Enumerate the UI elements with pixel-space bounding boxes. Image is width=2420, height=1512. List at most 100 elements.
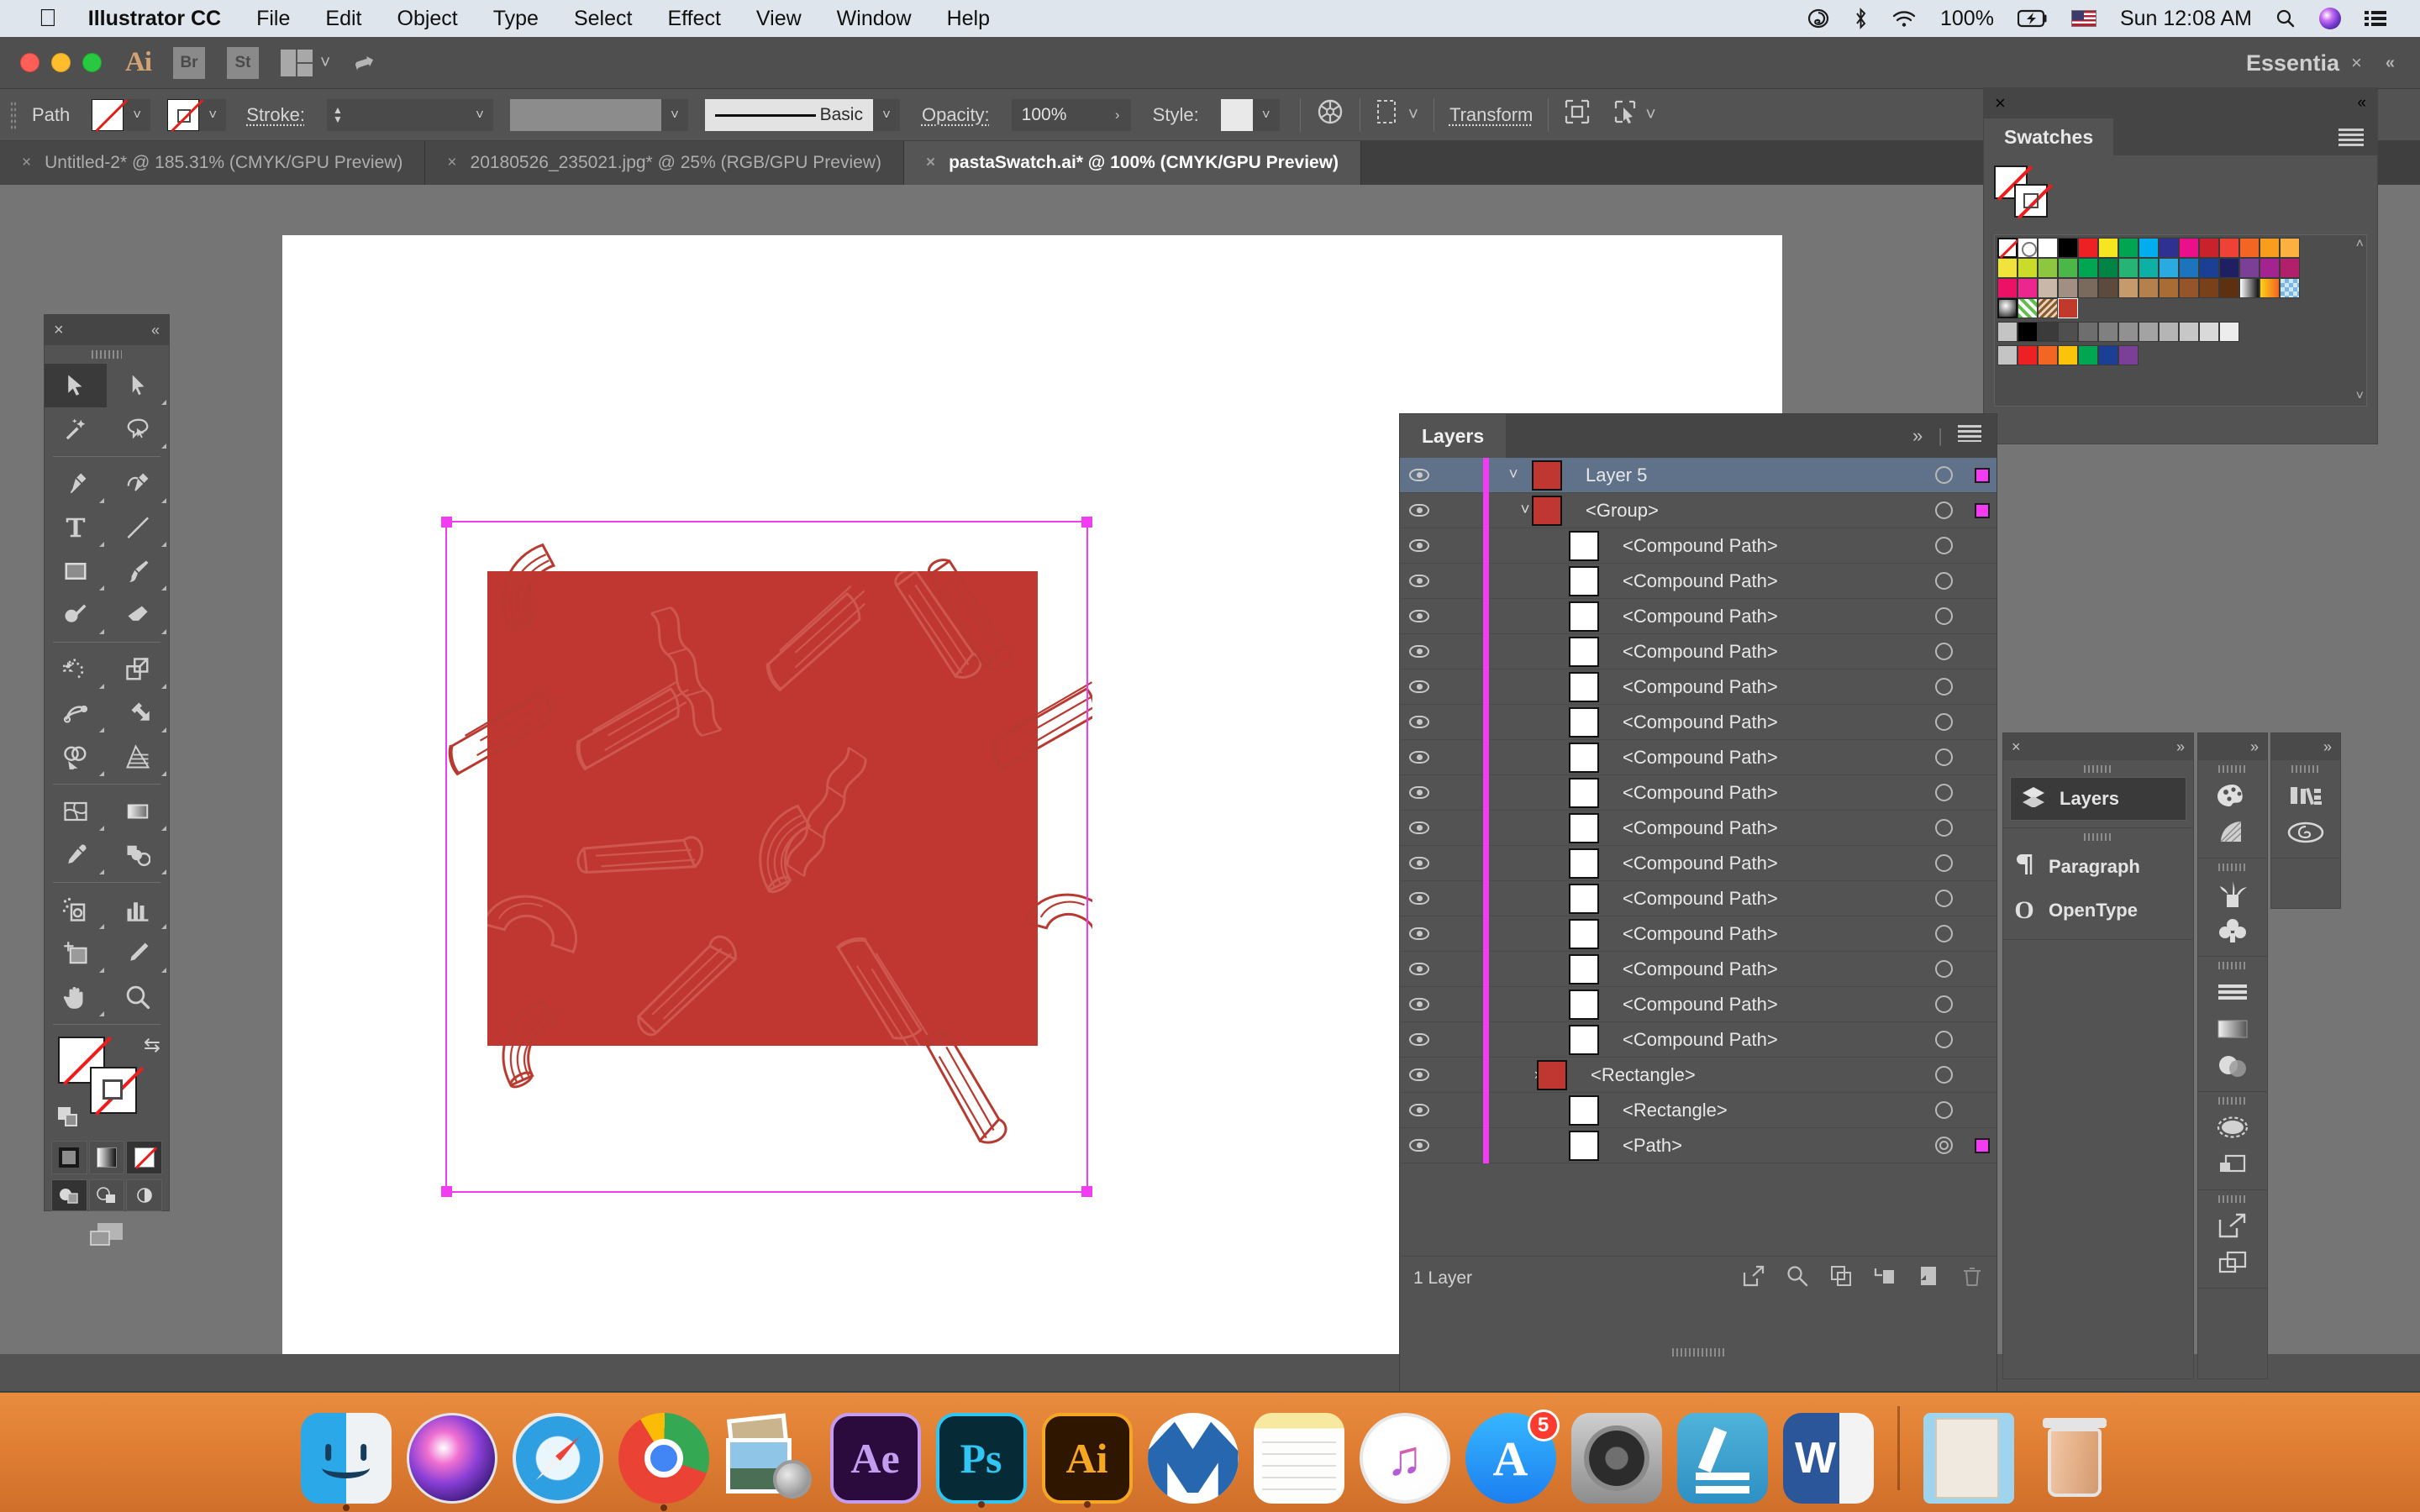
target-indicator[interactable] (1919, 995, 1968, 1013)
rocket-icon[interactable]: ➦ (350, 45, 379, 80)
pen-tool[interactable] (45, 462, 107, 506)
target-indicator[interactable] (1919, 1031, 1968, 1048)
dock-group-grip[interactable] (2198, 1092, 2267, 1109)
stroke-none-swatch[interactable] (2014, 184, 2048, 218)
visibility-toggle[interactable] (1400, 716, 1439, 728)
target-indicator[interactable] (1919, 819, 1968, 837)
shaper-tool[interactable] (45, 593, 107, 637)
gradient-mode-button[interactable] (88, 1141, 125, 1174)
menu-help[interactable]: Help (929, 0, 1007, 37)
swatch[interactable] (2118, 238, 2139, 258)
selection-handle[interactable] (1081, 1186, 1092, 1197)
swatch[interactable] (2038, 258, 2058, 278)
swatch[interactable] (2038, 322, 2058, 342)
layer-row-rectangle[interactable]: <Rectangle> (1400, 1092, 1996, 1128)
brush-dropdown-icon[interactable]: ˅ (872, 98, 900, 131)
menu-select[interactable]: Select (556, 0, 650, 37)
scroll-down-icon[interactable]: ˅ (2356, 389, 2364, 404)
swatch-pattern-leaves[interactable] (2018, 298, 2038, 318)
swatch[interactable] (1997, 258, 2018, 278)
target-indicator[interactable] (1919, 537, 1968, 554)
opacity-expand-icon[interactable]: › (1103, 98, 1131, 131)
bridge-button[interactable]: Br (173, 46, 205, 79)
none-mode-button[interactable] (126, 1141, 163, 1174)
transform-label[interactable]: Transform (1449, 104, 1533, 126)
visibility-toggle[interactable] (1400, 857, 1439, 869)
align-icon[interactable] (1376, 98, 1401, 131)
workspace-close-icon[interactable]: × (2351, 52, 2362, 74)
swatch[interactable] (2219, 278, 2239, 298)
pathfinder-icon[interactable] (2198, 1146, 2267, 1183)
expand-icon[interactable]: » (2250, 738, 2259, 756)
select-similar-icon[interactable] (1612, 98, 1638, 131)
swatch[interactable] (2199, 258, 2219, 278)
stroke-weight-field[interactable]: ▲ ▼ ˅ (326, 98, 493, 131)
layer-name[interactable]: <Group> (1576, 500, 1919, 522)
swatch[interactable] (2139, 278, 2159, 298)
eraser-tool[interactable] (107, 593, 169, 637)
blend-tool[interactable] (107, 833, 169, 877)
control-center-icon[interactable] (2353, 10, 2398, 27)
swatch[interactable] (2058, 278, 2078, 298)
swatch-pattern-sphere[interactable] (1997, 298, 2018, 318)
dock-item-opentype[interactable]: O OpenType (2003, 889, 2193, 932)
eyedropper-tool[interactable] (45, 833, 107, 877)
layer-name[interactable]: <Compound Path> (1612, 923, 1919, 945)
locate-object-icon[interactable] (1786, 1265, 1808, 1291)
fill-color-button[interactable]: ˅ (92, 98, 151, 131)
creative-cloud-icon[interactable] (1795, 8, 1842, 29)
visibility-toggle[interactable] (1400, 575, 1439, 587)
dock-group-grip[interactable] (2198, 1190, 2267, 1207)
swatch[interactable] (2118, 322, 2139, 342)
control-bar-grip[interactable] (10, 100, 17, 129)
draw-normal-button[interactable] (51, 1179, 87, 1211)
swatch-registration[interactable] (2018, 238, 2038, 258)
dock-item-safari[interactable]: Safari (512, 1413, 603, 1504)
stroke-weight-dropdown-icon[interactable]: ˅ (466, 98, 493, 131)
variable-width-profile[interactable]: ˅ (509, 98, 688, 131)
stroke-weight-stepper[interactable]: ▲ ▼ (326, 98, 349, 131)
align-icon[interactable] (2198, 974, 2267, 1011)
dock-item-nordvpn[interactable]: NordVPN (1147, 1413, 1239, 1504)
dock-item-finder[interactable]: Finder (300, 1413, 392, 1511)
appearance-icon[interactable] (2198, 1109, 2267, 1146)
dock-item-documents[interactable]: Documents (1923, 1413, 2014, 1504)
swatch[interactable] (2018, 258, 2038, 278)
opacity-value[interactable]: 100% (1011, 98, 1104, 131)
dock-group-grip[interactable] (2003, 828, 2193, 845)
selection-bounding-box[interactable] (441, 517, 1092, 1197)
swatch-gradient-yellow-orange[interactable] (2260, 278, 2280, 298)
target-indicator[interactable] (1919, 890, 1968, 907)
dock-item-trash[interactable]: Trash (2029, 1413, 2120, 1504)
swatch[interactable] (2018, 322, 2038, 342)
minimize-window-button[interactable] (51, 53, 71, 72)
create-sublayer-icon[interactable] (1874, 1265, 1896, 1291)
expand-icon[interactable]: » (2323, 738, 2332, 756)
color-icon[interactable] (2198, 777, 2267, 814)
close-icon[interactable]: × (1995, 92, 2006, 114)
document-tab[interactable]: × Untitled-2* @ 185.31% (CMYK/GPU Previe… (0, 141, 426, 185)
close-icon[interactable]: × (22, 154, 31, 172)
menu-object[interactable]: Object (380, 0, 476, 37)
swatch[interactable] (2058, 258, 2078, 278)
draw-behind-button[interactable] (88, 1179, 125, 1211)
create-new-layer-icon[interactable] (1918, 1265, 1939, 1291)
visibility-toggle[interactable] (1400, 469, 1439, 481)
menu-view[interactable]: View (739, 0, 819, 37)
close-window-button[interactable] (20, 53, 39, 72)
wifi-icon[interactable] (1880, 9, 1928, 28)
close-icon[interactable]: × (447, 154, 456, 172)
visibility-toggle[interactable] (1400, 1104, 1439, 1116)
layer-row-path[interactable]: <Path> (1400, 1127, 1996, 1163)
layer-name[interactable]: <Compound Path> (1612, 994, 1919, 1016)
close-icon[interactable]: × (2012, 738, 2021, 756)
menu-effect[interactable]: Effect (650, 0, 738, 37)
layer-row-group[interactable]: ˅ <Group> (1400, 492, 1996, 528)
layer-row[interactable]: <Compound Path> (1400, 598, 1996, 634)
panel-menu-icon[interactable] (1958, 425, 1981, 447)
symbol-sprayer-tool[interactable] (45, 888, 107, 932)
graphic-style-button[interactable]: ˅ (1220, 98, 1280, 131)
target-indicator[interactable] (1919, 1066, 1968, 1084)
collapse-icon[interactable]: « (151, 322, 160, 339)
menu-file[interactable]: File (239, 0, 308, 37)
